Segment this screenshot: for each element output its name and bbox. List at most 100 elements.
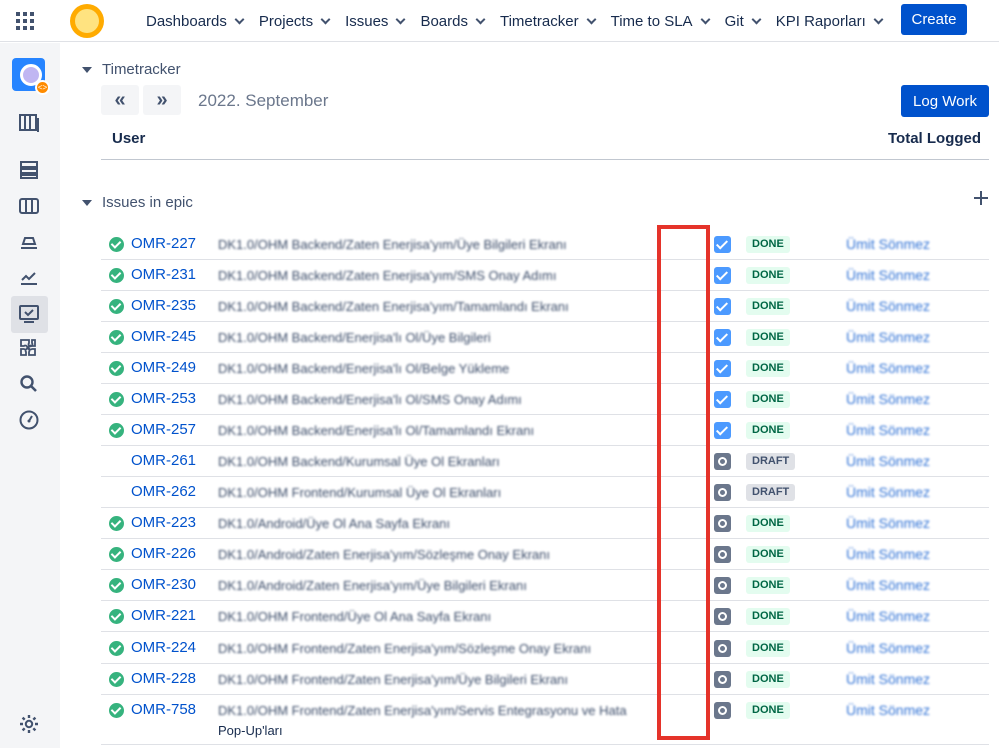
issue-key-link[interactable]: OMR-245 <box>131 328 196 345</box>
issue-key-link[interactable]: OMR-261 <box>131 452 196 469</box>
menu-projects[interactable]: Projects <box>251 0 337 42</box>
task-type-icon <box>714 671 731 688</box>
issue-row[interactable]: OMR-253 DK1.0/OHM Backend/Enerjisa'lı Ol… <box>101 384 989 415</box>
next-month-button[interactable]: » <box>143 85 181 115</box>
issue-row[interactable]: OMR-245 DK1.0/OHM Backend/Enerjisa'lı Ol… <box>101 322 989 353</box>
column-header-total-logged: Total Logged <box>888 130 982 147</box>
issue-summary: DK1.0/OHM Frontend/Zaten Enerjisa'yım/Sö… <box>218 641 592 656</box>
resolved-check-icon <box>109 547 124 562</box>
menu-time-to-sla[interactable]: Time to SLA <box>603 0 717 42</box>
assignee-link[interactable]: Ümit Sönmez <box>846 329 930 345</box>
issue-row[interactable]: OMR-230 DK1.0/Android/Zaten Enerjisa'yım… <box>101 570 989 601</box>
chevron-down-icon <box>586 14 597 24</box>
releases-icon[interactable] <box>17 230 41 254</box>
issue-key-link[interactable]: OMR-253 <box>131 390 196 407</box>
assignee-link[interactable]: Ümit Sönmez <box>846 453 930 469</box>
issue-row[interactable]: OMR-226 DK1.0/Android/Zaten Enerjisa'yım… <box>101 539 989 570</box>
collapse-icon <box>82 66 92 73</box>
annotation-highlight-box <box>657 225 710 740</box>
timetracker-section-toggle[interactable]: Timetracker <box>82 61 181 78</box>
assignee-link[interactable]: Ümit Sönmez <box>846 484 930 500</box>
resolved-check-icon <box>109 578 124 593</box>
task-type-icon <box>714 577 731 594</box>
issue-row[interactable]: OMR-224 DK1.0/OHM Frontend/Zaten Enerjis… <box>101 633 989 664</box>
status-badge: DONE <box>746 671 790 688</box>
log-work-button[interactable]: Log Work <box>901 85 989 117</box>
timetracker-icon[interactable] <box>17 302 41 326</box>
issue-row[interactable]: OMR-228 DK1.0/OHM Frontend/Zaten Enerjis… <box>101 664 989 695</box>
add-issue-icon[interactable] <box>974 191 988 205</box>
issue-summary: DK1.0/OHM Backend/Kurumsal Üye Ol Ekranl… <box>218 454 500 469</box>
project-avatar[interactable]: <> <box>12 58 50 95</box>
assignee-link[interactable]: Ümit Sönmez <box>846 671 930 687</box>
roadmap-icon[interactable] <box>17 111 41 135</box>
issue-row[interactable]: OMR-227 DK1.0/OHM Backend/Zaten Enerjisa… <box>101 229 989 260</box>
column-header-user: User <box>112 130 146 147</box>
menu-timetracker[interactable]: Timetracker <box>492 0 603 42</box>
issues-in-epic-title: Issues in epic <box>102 194 193 211</box>
app-switcher-icon[interactable] <box>16 12 34 30</box>
issue-summary-continued: Pop-Up'ları <box>218 723 283 738</box>
issues-in-epic-toggle[interactable]: Issues in epic <box>82 194 193 211</box>
assignee-link[interactable]: Ümit Sönmez <box>846 298 930 314</box>
issue-key-link[interactable]: OMR-249 <box>131 359 196 376</box>
assignee-link[interactable]: Ümit Sönmez <box>846 702 930 718</box>
menu-boards[interactable]: Boards <box>412 0 492 42</box>
menu-issues[interactable]: Issues <box>337 0 412 42</box>
menu-dashboards[interactable]: Dashboards <box>138 0 251 42</box>
assignee-link[interactable]: Ümit Sönmez <box>846 267 930 283</box>
issue-row[interactable]: OMR-235 DK1.0/OHM Backend/Zaten Enerjisa… <box>101 291 989 322</box>
reports-icon[interactable] <box>17 265 41 289</box>
assignee-link[interactable]: Ümit Sönmez <box>846 546 930 562</box>
issue-key-link[interactable]: OMR-235 <box>131 297 196 314</box>
gauge-icon[interactable] <box>17 408 41 432</box>
resolved-check-icon <box>109 609 124 624</box>
create-button[interactable]: Create <box>901 4 967 35</box>
assignee-link[interactable]: Ümit Sönmez <box>846 236 930 252</box>
status-badge: DONE <box>746 702 790 719</box>
issue-key-link[interactable]: OMR-227 <box>131 235 196 252</box>
story-type-icon <box>714 329 731 346</box>
issue-key-link[interactable]: OMR-221 <box>131 607 196 624</box>
settings-gear-icon[interactable] <box>17 712 41 736</box>
chevron-down-icon <box>234 14 245 24</box>
issue-key-link[interactable]: OMR-230 <box>131 576 196 593</box>
issue-row[interactable]: OMR-262 DK1.0/OHM Frontend/Kurumsal Üye … <box>101 477 989 508</box>
story-type-icon <box>714 391 731 408</box>
issue-key-link[interactable]: OMR-231 <box>131 266 196 283</box>
assignee-link[interactable]: Ümit Sönmez <box>846 515 930 531</box>
issue-row[interactable]: OMR-231 DK1.0/OHM Backend/Zaten Enerjisa… <box>101 260 989 291</box>
assignee-link[interactable]: Ümit Sönmez <box>846 577 930 593</box>
chevron-down-icon <box>320 14 331 24</box>
assignee-link[interactable]: Ümit Sönmez <box>846 360 930 376</box>
issue-key-link[interactable]: OMR-228 <box>131 670 196 687</box>
status-badge: DONE <box>746 546 790 563</box>
add-ons-icon[interactable] <box>17 337 41 361</box>
issue-key-link[interactable]: OMR-226 <box>131 545 196 562</box>
issue-row[interactable]: OMR-257 DK1.0/OHM Backend/Enerjisa'lı Ol… <box>101 415 989 446</box>
issue-row[interactable]: OMR-249 DK1.0/OHM Backend/Enerjisa'lı Ol… <box>101 353 989 384</box>
issue-row[interactable]: OMR-261 DK1.0/OHM Backend/Kurumsal Üye O… <box>101 446 989 477</box>
menu-git[interactable]: Git <box>717 0 768 42</box>
menu-label: Dashboards <box>146 12 227 30</box>
menu-kpi-raporlari[interactable]: KPI Raporları <box>768 0 890 42</box>
assignee-link[interactable]: Ümit Sönmez <box>846 608 930 624</box>
assignee-link[interactable]: Ümit Sönmez <box>846 422 930 438</box>
issue-summary: DK1.0/OHM Frontend/Üye Ol Ana Sayfa Ekra… <box>218 609 492 624</box>
issue-key-link[interactable]: OMR-223 <box>131 514 196 531</box>
search-icon[interactable] <box>17 372 41 396</box>
issue-row[interactable]: OMR-758 DK1.0/OHM Frontend/Zaten Enerjis… <box>101 695 989 745</box>
status-badge: DONE <box>746 515 790 532</box>
issue-row[interactable]: OMR-223 DK1.0/Android/Üye Ol Ana Sayfa E… <box>101 508 989 539</box>
assignee-link[interactable]: Ümit Sönmez <box>846 640 930 656</box>
jira-logo[interactable] <box>70 4 104 38</box>
backlog-icon[interactable] <box>17 158 41 182</box>
issue-key-link[interactable]: OMR-262 <box>131 483 196 500</box>
issue-key-link[interactable]: OMR-758 <box>131 701 196 718</box>
issue-key-link[interactable]: OMR-257 <box>131 421 196 438</box>
issue-row[interactable]: OMR-221 DK1.0/OHM Frontend/Üye Ol Ana Sa… <box>101 601 989 632</box>
previous-month-button[interactable]: « <box>101 85 139 115</box>
issue-key-link[interactable]: OMR-224 <box>131 639 196 656</box>
board-icon[interactable] <box>17 194 41 218</box>
assignee-link[interactable]: Ümit Sönmez <box>846 391 930 407</box>
